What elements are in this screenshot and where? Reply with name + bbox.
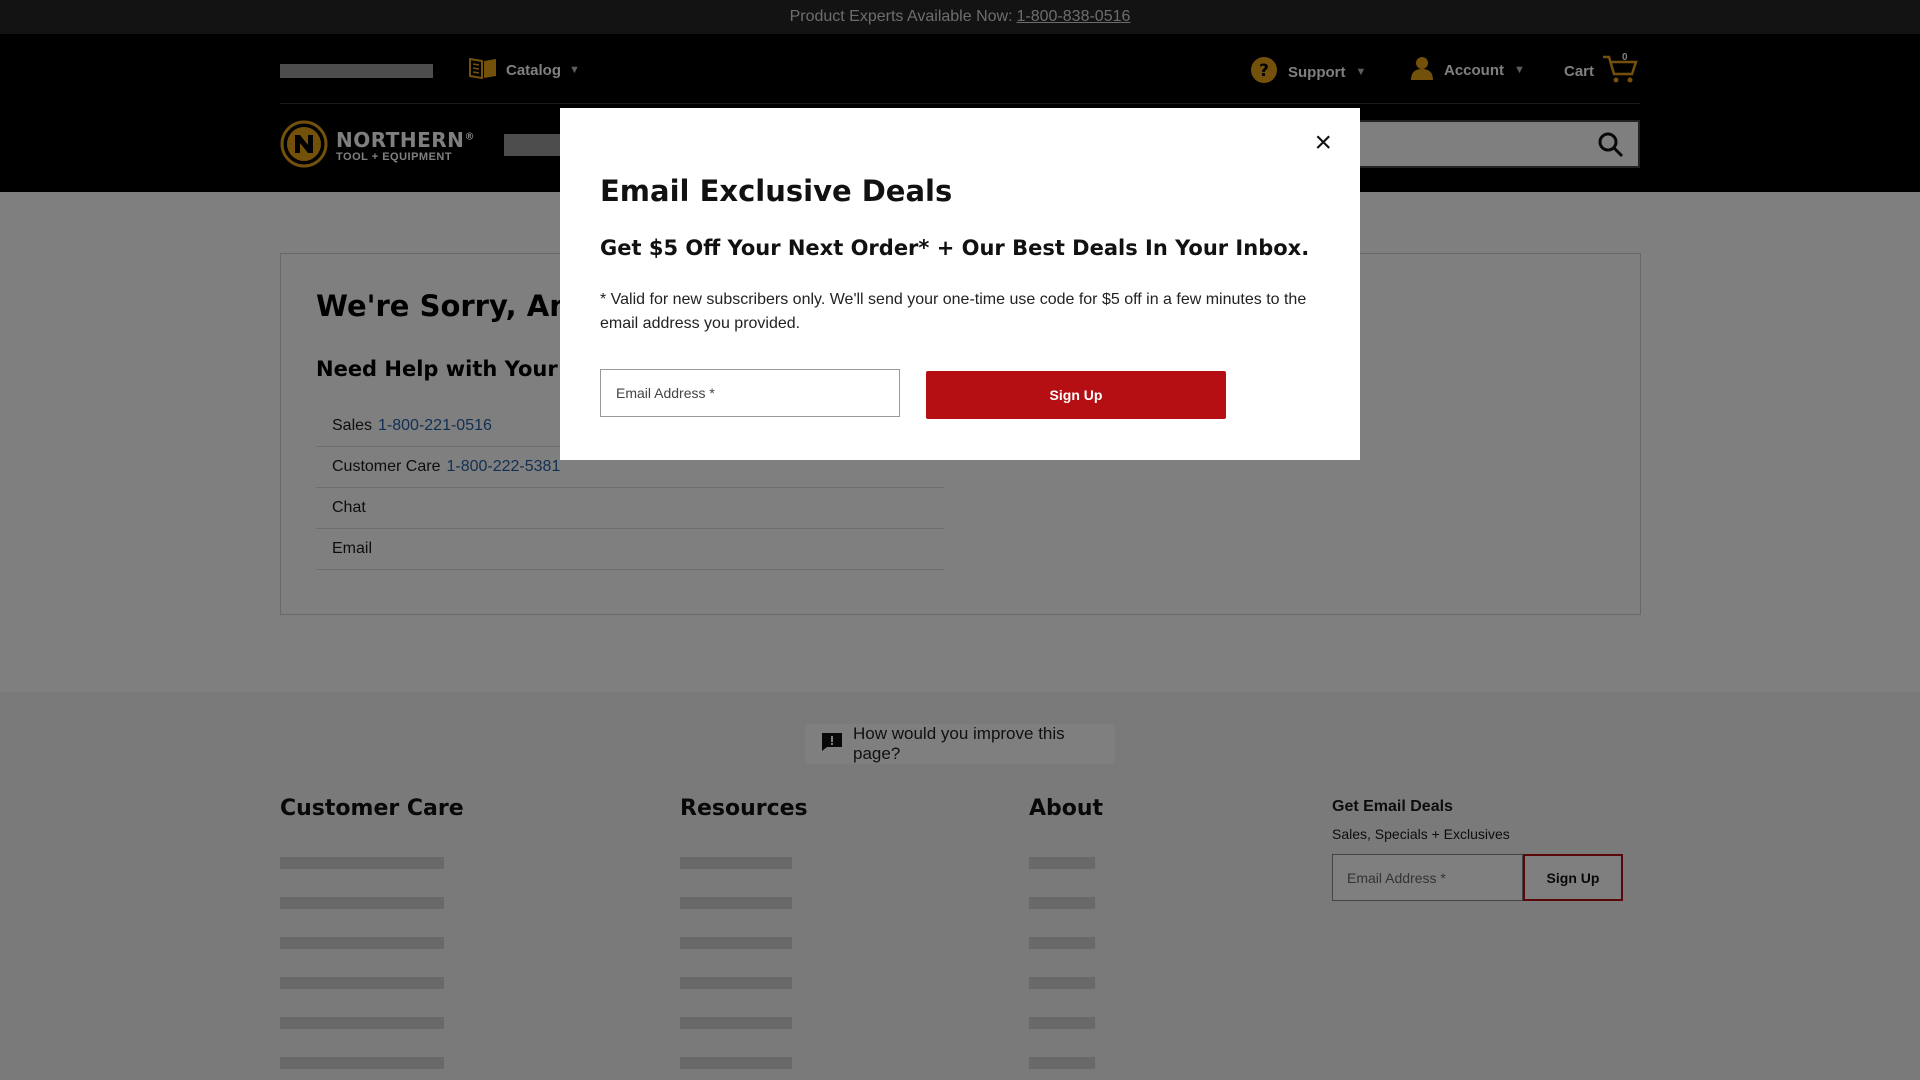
close-icon[interactable]: × (1314, 128, 1332, 158)
modal-signup-button[interactable]: Sign Up (926, 371, 1226, 419)
modal-disclaimer: * Valid for new subscribers only. We'll … (600, 291, 1307, 332)
modal-title: Email Exclusive Deals (600, 174, 953, 208)
modal-email-field[interactable]: Email Address * (600, 369, 900, 417)
modal-subtitle: Get $5 Off Your Next Order* + Our Best D… (600, 236, 1310, 260)
email-signup-modal: × Email Exclusive Deals Get $5 Off Your … (560, 108, 1360, 460)
